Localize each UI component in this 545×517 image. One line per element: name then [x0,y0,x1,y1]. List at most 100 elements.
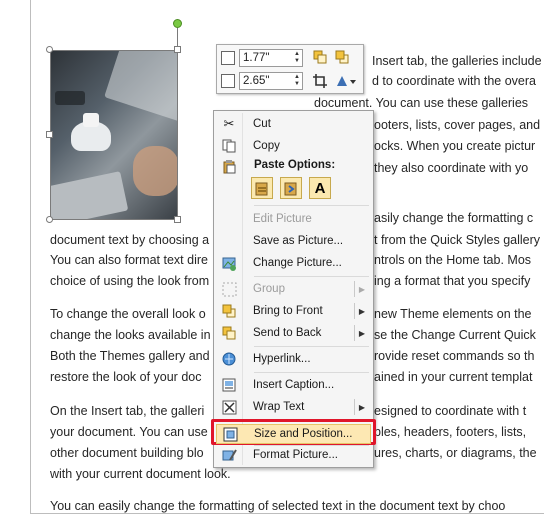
rotation-handle[interactable] [173,19,182,28]
doc-line: rovide reset commands so th [374,349,535,363]
menu-item-wrap-text[interactable]: Wrap Text ▶ [216,396,371,418]
menu-item-edit-picture[interactable]: Edit Picture [216,208,371,230]
menu-item-copy[interactable]: Copy [216,135,371,157]
resize-handle-top[interactable] [174,46,181,53]
doc-line: with your current document look. [50,467,231,481]
mini-toolbar: 1.77" ▲ ▼ 2.65" ▲ ▼ [216,44,364,94]
copy-icon [216,135,242,157]
menu-item-label: Change Picture... [253,257,342,269]
doc-line: restore the look of your doc [50,370,202,384]
doc-line: t from the Quick Styles gallery [374,233,541,247]
group-icon [216,278,242,300]
paste-keep-formatting-icon[interactable] [251,177,273,199]
doc-line: ocks. When you create pictur [374,139,536,153]
menu-item-save-as-picture[interactable]: Save as Picture... [216,230,371,252]
submenu-arrow-icon: ▶ [358,328,365,338]
doc-line: your document. You can use [50,425,208,439]
wrap-text-icon [216,396,242,418]
doc-line: new Theme elements on the [374,307,532,321]
menu-item-label: Hyperlink... [253,353,311,365]
paste-text-only-icon[interactable]: A [309,177,331,199]
send-backward-icon[interactable] [333,48,351,66]
menu-item-group[interactable]: Group ▶ [216,278,371,300]
menu-item-label: Copy [253,140,280,152]
spin-arrows-icon[interactable]: ▲ ▼ [294,74,300,88]
menu-item-label: Save as Picture... [253,235,344,247]
doc-line: document text by choosing a [50,233,210,247]
highlight-callout: Size and Position... [211,419,376,445]
menu-item-label: Group [253,283,285,295]
doc-line: You can easily change the formatting of … [50,499,506,513]
doc-line: ooters, lists, cover pages, and [374,118,541,132]
menu-item-insert-caption[interactable]: Insert Caption... [216,374,371,396]
menu-item-label: Cut [253,118,271,130]
doc-line: To change the overall look o [50,307,206,321]
rotation-connector [177,28,178,46]
doc-line: bles, headers, footers, lists, [374,425,527,439]
shape-width-icon [221,74,235,88]
crop-icon[interactable] [311,72,329,90]
doc-line: On the Insert tab, the galleri [50,404,205,418]
height-value: 1.77" [243,52,270,64]
width-field[interactable]: 2.65" ▲ ▼ [239,72,303,90]
doc-line: they also coordinate with yo [374,161,529,175]
width-value: 2.65" [243,75,270,87]
menu-item-label: Send to Back [253,327,322,339]
doc-line: You can also format text dire [50,253,208,267]
menu-item-format-picture[interactable]: Format Picture... [216,444,371,466]
paste-merge-formatting-icon[interactable] [280,177,302,199]
bring-forward-icon[interactable] [311,48,329,66]
resize-handle-left[interactable] [46,131,53,138]
selected-picture[interactable] [50,50,178,220]
menu-item-label: Wrap Text [253,401,305,413]
menu-item-cut[interactable]: ✂ Cut [216,113,371,135]
menu-item-change-picture[interactable]: Change Picture... [216,252,371,274]
wrap-text-icon[interactable] [333,72,359,90]
doc-line: se the Change Current Quick [374,328,536,342]
resize-handle-top-left[interactable] [46,46,53,53]
doc-line: choice of using the look from [50,274,210,288]
menu-separator [254,276,369,277]
height-field[interactable]: 1.77" ▲ ▼ [239,49,303,67]
change-picture-icon [216,252,242,274]
scissors-icon: ✂ [223,116,235,131]
menu-separator [254,205,369,206]
menu-item-label: Bring to Front [253,305,323,317]
doc-line: d to coordinate with the overa [372,74,536,88]
menu-item-hyperlink[interactable]: Hyperlink... [216,348,371,370]
insert-caption-icon [216,374,242,396]
bring-to-front-icon [216,300,242,322]
doc-line: Both the Themes gallery and [50,349,210,363]
submenu-arrow-icon: ▶ [358,306,365,316]
resize-handle-bottom-left[interactable] [46,216,53,223]
format-picture-icon [216,444,242,466]
menu-item-label: Format Picture... [253,449,338,461]
submenu-arrow-icon: ▶ [358,402,365,412]
menu-separator [254,372,369,373]
width-spinner[interactable]: 2.65" ▲ ▼ [221,71,303,91]
spin-arrows-icon[interactable]: ▲ ▼ [294,51,300,65]
context-menu: ✂ Cut Copy Paste Options: A Edit Picture… [213,110,374,468]
doc-line: ures, charts, or diagrams, the [374,446,537,460]
menu-item-bring-to-front[interactable]: Bring to Front ▶ [216,300,371,322]
shape-height-icon [221,51,235,65]
hyperlink-icon [216,348,242,370]
menu-separator [254,346,369,347]
doc-line: other document building blo [50,446,204,460]
menu-item-size-and-position[interactable]: Size and Position... [216,424,371,444]
size-position-icon [217,424,243,444]
doc-line: esigned to coordinate with t [374,404,527,418]
submenu-arrow-icon: ▶ [358,284,365,294]
doc-line: ntrols on the Home tab. Mos [374,253,532,267]
doc-line: change the looks available in [50,328,211,342]
menu-item-label: Size and Position... [254,428,353,440]
doc-line: asily change the formatting c [374,211,534,225]
menu-item-label: Insert Caption... [253,379,335,391]
doc-line: Insert tab, the galleries include [372,54,542,68]
send-to-back-icon [216,322,242,344]
menu-item-send-to-back[interactable]: Send to Back ▶ [216,322,371,344]
resize-handle-bottom[interactable] [174,216,181,223]
doc-line: ing a format that you specify [374,274,531,288]
menu-item-label: Edit Picture [253,213,312,225]
height-spinner[interactable]: 1.77" ▲ ▼ [221,48,303,68]
